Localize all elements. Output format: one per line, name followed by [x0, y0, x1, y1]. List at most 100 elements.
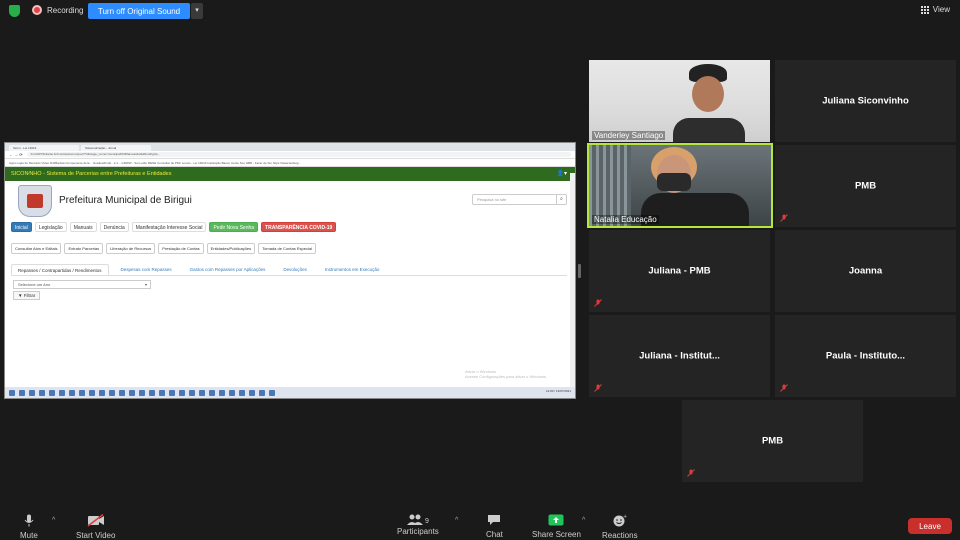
chevron-up-icon[interactable]: ^ — [52, 517, 55, 524]
nav-legislacao[interactable]: Legislação — [34, 222, 67, 232]
recording-indicator[interactable]: Recording — [32, 5, 83, 15]
tab-devolucoes[interactable]: Devoluções — [277, 264, 313, 275]
view-label: View — [932, 5, 950, 14]
participant-tile[interactable]: Joanna — [775, 230, 956, 312]
top-bar: Recording Turn off Original Sound ▾ View — [0, 0, 960, 22]
tab-despesas[interactable]: Despesas com Repasses — [115, 264, 178, 275]
tab-instrumentos[interactable]: Instrumentos em Execução — [319, 264, 386, 275]
browser-tab[interactable]: Sistematização - Jornal — [81, 145, 151, 151]
start-video-button[interactable]: Start Video — [76, 513, 115, 540]
taskbar-app-icon[interactable] — [159, 389, 165, 396]
security-shield-icon[interactable] — [9, 5, 20, 17]
subnav-item[interactable]: Tomada de Contas Especial — [258, 243, 316, 254]
taskbar-app-icon[interactable] — [59, 389, 65, 396]
participant-name: Vanderley Santiago — [592, 131, 666, 140]
shared-screen[interactable]: Sicon - Lei 13019 Sistematização - Jorna… — [4, 142, 576, 399]
taskbar-app-icon[interactable] — [269, 389, 275, 396]
video-person-body — [673, 118, 745, 142]
site-nav: Inicial Legislação Manuais Denúncia Mani… — [11, 222, 337, 232]
taskbar-app-icon[interactable] — [99, 389, 105, 396]
taskbar-clock: 12:00 / 13/07/2021 — [545, 389, 571, 393]
taskbar-app-icon[interactable] — [19, 389, 25, 396]
windows-taskbar: 12:00 / 13/07/2021 — [5, 387, 575, 398]
chevron-up-icon[interactable]: ^ — [455, 517, 458, 524]
taskbar-app-icon[interactable] — [149, 389, 155, 396]
view-button[interactable]: View — [920, 5, 950, 14]
browser-tab[interactable]: Sicon - Lei 13019 — [9, 145, 79, 151]
participant-tile-active-speaker[interactable]: Natalia Educação — [587, 143, 773, 228]
subnav-item[interactable]: Consultar Atos e Editais — [11, 243, 62, 254]
nav-transparencia-covid[interactable]: TRANSPARÊNCIA COVID-19 — [261, 222, 337, 232]
mic-muted-icon — [594, 299, 602, 307]
mic-muted-icon — [780, 214, 788, 222]
subnav-item[interactable]: Prestação de Contas — [158, 243, 204, 254]
people-icon — [406, 514, 423, 525]
taskbar-app-icon[interactable] — [219, 389, 225, 396]
mute-button[interactable]: Mute — [20, 514, 38, 540]
nav-manuais[interactable]: Manuais — [69, 222, 97, 232]
participant-name: Paula - Instituto... — [825, 350, 906, 362]
taskbar-app-icon[interactable] — [189, 389, 195, 396]
subnav-item[interactable]: Liberação de Recursos — [106, 243, 156, 254]
subnav-item[interactable]: Extrato Parcerias — [64, 243, 104, 254]
participant-tile[interactable]: PMB — [682, 400, 863, 482]
chat-button[interactable]: Chat — [486, 514, 503, 539]
split-view-handle[interactable] — [578, 264, 581, 278]
taskbar-app-icon[interactable] — [239, 389, 245, 396]
taskbar-app-icon[interactable] — [29, 389, 35, 396]
taskbar-app-icon[interactable] — [169, 389, 175, 396]
share-screen-button[interactable]: Share Screen — [532, 514, 581, 539]
year-select[interactable]: Selecione um Ano ▾ — [13, 280, 151, 289]
taskbar-app-icon[interactable] — [259, 389, 265, 396]
chevron-down-icon[interactable]: ▾ — [191, 3, 203, 19]
taskbar-app-icon[interactable] — [179, 389, 185, 396]
nav-pedir-nova-senha[interactable]: Pedir Nova Senha — [209, 222, 259, 232]
smiley-plus-icon: + — [613, 514, 627, 527]
taskbar-app-icon[interactable] — [89, 389, 95, 396]
participant-tile[interactable]: Paula - Instituto... — [775, 315, 956, 397]
url-field[interactable]: fvm1907/licitante.br/municipiosmun/poc/?… — [26, 152, 571, 157]
taskbar-app-icon[interactable] — [109, 389, 115, 396]
chevron-up-icon[interactable]: ^ — [582, 517, 585, 524]
chat-icon — [488, 515, 501, 525]
participant-tile[interactable]: Vanderley Santiago — [589, 60, 770, 142]
mic-muted-icon — [687, 469, 695, 477]
nav-manifestacao[interactable]: Manifestação Interesse Social — [131, 222, 207, 232]
reactions-button[interactable]: + Reactions — [602, 514, 638, 540]
filter-icon: ▼ — [18, 293, 23, 298]
taskbar-app-icon[interactable] — [119, 389, 125, 396]
search-icon[interactable]: ⌕ — [556, 195, 566, 204]
filter-button[interactable]: ▼ Filtrar — [13, 291, 41, 300]
taskbar-app-icon[interactable] — [199, 389, 205, 396]
participant-name: PMB — [854, 180, 877, 192]
taskbar-app-icon[interactable] — [79, 389, 85, 396]
page-scrollbar[interactable] — [570, 173, 575, 387]
leave-button[interactable]: Leave — [908, 518, 952, 534]
nav-arrows-icon[interactable]: ← → ⟳ — [9, 152, 23, 157]
user-icon[interactable]: 👤▾ — [557, 167, 567, 181]
nav-inicial[interactable]: Inicial — [11, 222, 32, 232]
turn-off-original-sound-button[interactable]: Turn off Original Sound — [88, 3, 190, 19]
taskbar-app-icon[interactable] — [49, 389, 55, 396]
tab-repasses[interactable]: Repasses / Contrapartidas / Rendimentos — [11, 264, 109, 275]
participants-button[interactable]: 9 Participants — [397, 514, 439, 536]
site-search-input[interactable]: Pesquisa no site ⌕ — [472, 194, 567, 205]
taskbar-app-icon[interactable] — [39, 389, 45, 396]
participant-tile[interactable]: Juliana Siconvinho — [775, 60, 956, 142]
participant-tile[interactable]: Juliana - Institut... — [589, 315, 770, 397]
windows-start-icon[interactable] — [9, 389, 15, 396]
participant-tile[interactable]: Juliana - PMB — [589, 230, 770, 312]
participant-name: Joanna — [848, 265, 883, 277]
participant-tile[interactable]: PMB — [775, 145, 956, 227]
subnav-item[interactable]: Entidades/Publicações — [206, 243, 256, 254]
taskbar-app-icon[interactable] — [139, 389, 145, 396]
taskbar-app-icon[interactable] — [69, 389, 75, 396]
taskbar-app-icon[interactable] — [209, 389, 215, 396]
participants-count: 9 — [424, 518, 429, 525]
taskbar-app-icon[interactable] — [229, 389, 235, 396]
nav-denuncia[interactable]: Denúncia — [99, 222, 129, 232]
taskbar-app-icon[interactable] — [249, 389, 255, 396]
tab-gastos[interactable]: Gastos com Repasses por Aplicações — [184, 264, 272, 275]
participant-name: Natalia Educação — [592, 215, 659, 224]
taskbar-app-icon[interactable] — [129, 389, 135, 396]
